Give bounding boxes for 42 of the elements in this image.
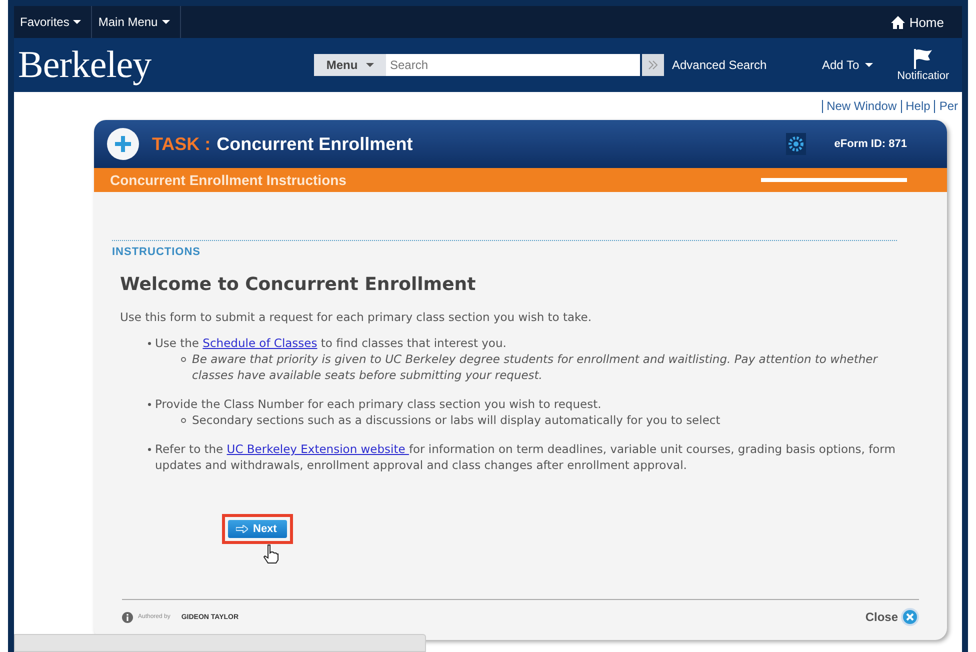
logo: Berkeley xyxy=(18,43,152,87)
notifications-button[interactable]: Notificatior xyxy=(897,48,950,82)
sub-bullet-text: Secondary sections such as a discussions or labs will display automatically for you to select xyxy=(192,412,720,428)
caret-icon xyxy=(366,63,374,67)
bullet-icon xyxy=(148,448,151,451)
task-title: Concurrent Enrollment xyxy=(216,134,413,154)
home-icon xyxy=(891,16,906,28)
bullet-text: Refer to the UC Berkeley Extension website for information on term deadlines, variable unit courses, grading basis options, form updates and withdrawals, enrollment approval and class changes after enrollment approval. xyxy=(155,441,896,473)
add-to-menu[interactable]: Add To xyxy=(822,58,874,72)
section-label: INSTRUCTIONS xyxy=(112,246,202,258)
eform-id: eForm ID: 871 xyxy=(834,138,907,150)
bullet-icon xyxy=(148,403,151,406)
caret-icon xyxy=(73,20,82,24)
bullet-text: Use the Schedule of Classes to find classes that interest you. xyxy=(155,335,508,351)
search-menu-dropdown[interactable]: Menu xyxy=(314,54,386,76)
heading: Welcome to Concurrent Enrollment xyxy=(120,274,477,295)
caret-icon xyxy=(865,63,874,67)
utility-link[interactable]: New Window xyxy=(822,100,901,112)
close-icon xyxy=(901,608,919,626)
info-icon xyxy=(122,612,133,622)
hand-cursor-icon xyxy=(262,544,280,564)
sub-bullet-text: Be aware that priority is given to UC Berkeley degree students for enrollment and waitlisting. Pay attention to whether classes have available seats before submitting your request. xyxy=(192,351,879,383)
gear-icon[interactable] xyxy=(786,133,806,155)
intro-text: Use this form to submit a request for each primary class section you wish to take. xyxy=(120,309,593,325)
bullet-icon xyxy=(148,342,151,345)
utility-link[interactable]: Help xyxy=(900,100,934,112)
home-link[interactable]: Home xyxy=(891,14,944,30)
bullet-icon xyxy=(181,357,186,362)
caret-icon xyxy=(162,20,170,24)
advanced-search-link[interactable]: Advanced Search xyxy=(672,58,822,72)
link[interactable]: UC Berkeley Extension website xyxy=(226,442,409,456)
double-chevron-icon xyxy=(648,60,658,70)
section-title: Concurrent Enrollment Instructions xyxy=(110,172,346,188)
task-prefix: TASK : xyxy=(152,134,211,154)
next-button[interactable]: Next xyxy=(228,520,287,538)
link[interactable]: Schedule of Classes xyxy=(202,336,318,350)
bullet-text: Provide the Class Number for each primary class section you wish to request. xyxy=(155,396,602,412)
plus-icon xyxy=(106,127,140,161)
arrow-icon xyxy=(236,525,248,533)
close-button[interactable]: Close xyxy=(865,608,919,626)
bullet-icon xyxy=(181,418,186,423)
utility-link[interactable]: Per xyxy=(934,100,962,112)
